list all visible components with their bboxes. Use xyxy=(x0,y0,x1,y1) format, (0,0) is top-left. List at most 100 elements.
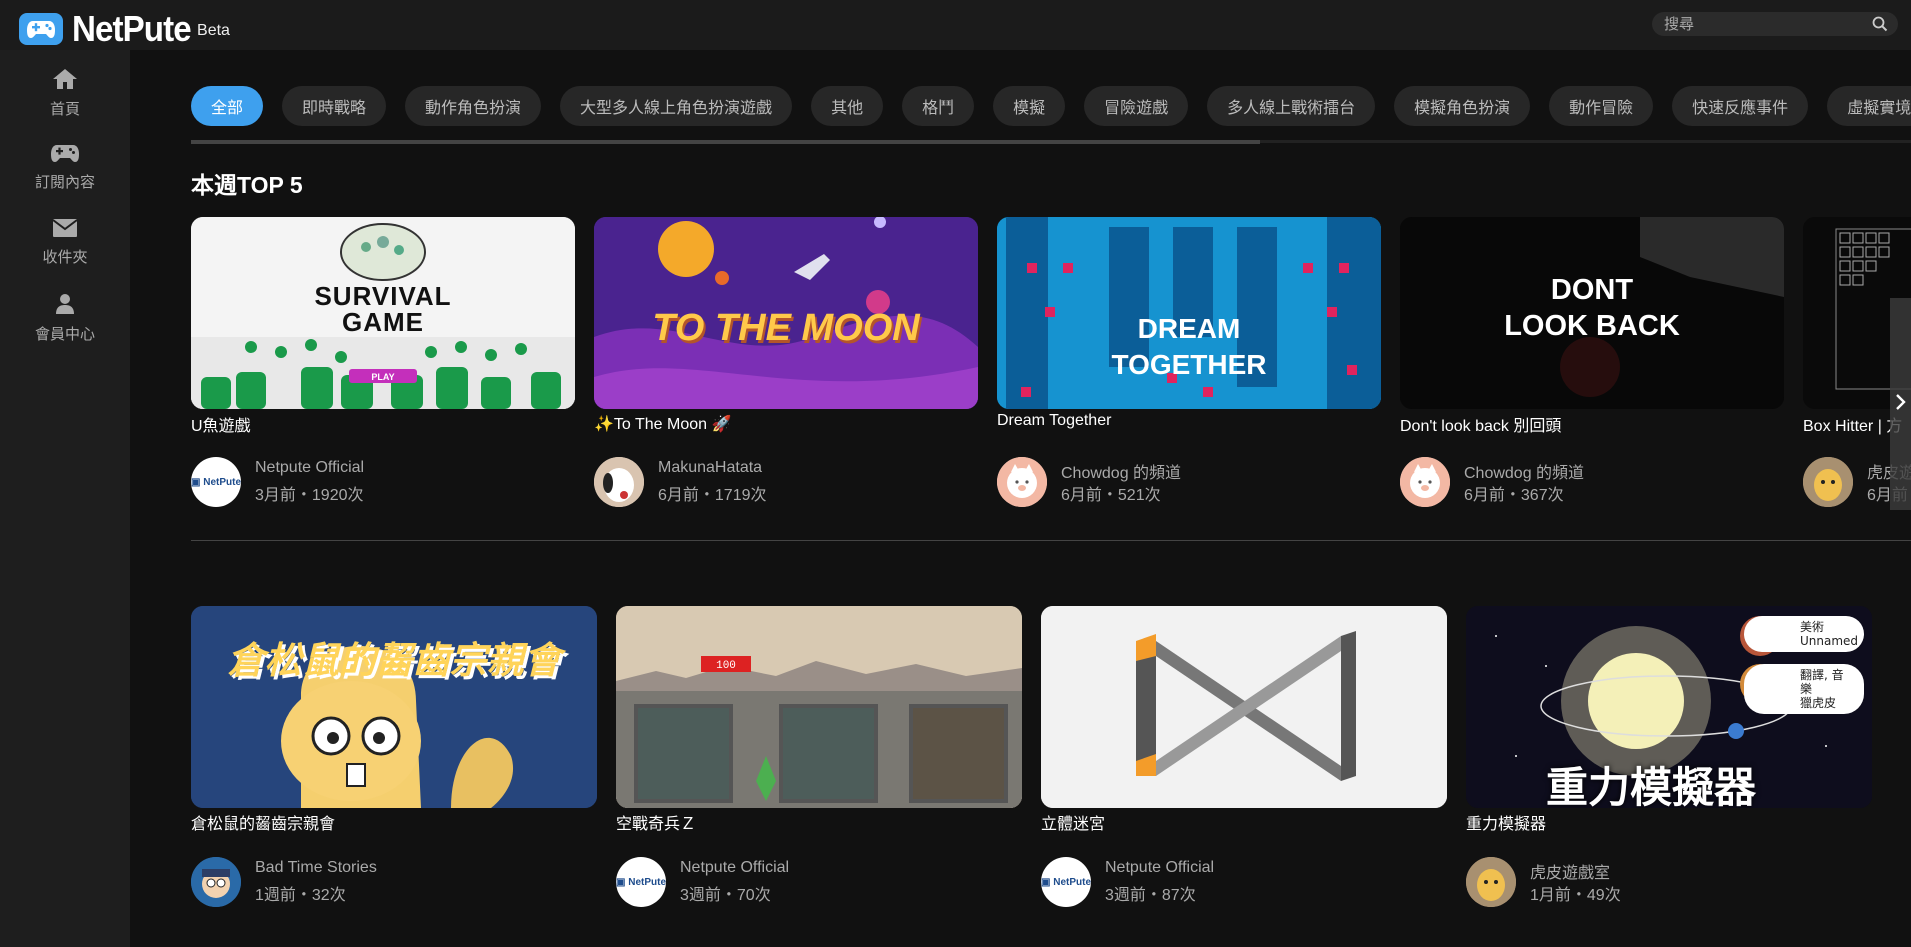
thumbnail-text-line: DREAM xyxy=(1137,313,1241,344)
avatar[interactable] xyxy=(1400,457,1450,507)
game-meta: 6月前・521次 xyxy=(1061,487,1161,504)
game-title[interactable]: 立體迷宮 xyxy=(1041,810,1105,834)
logo[interactable]: NetPute Beta xyxy=(19,8,230,50)
game-card[interactable]: 倉松鼠的齧齒宗親會 倉松鼠的齧齒宗親會 Bad Time Stories 1週前… xyxy=(191,606,597,907)
game-thumbnail[interactable]: 美術 Unnamed 翻譯, 音樂 獵虎皮 重力模擬器 xyxy=(1466,606,1872,808)
game-card[interactable]: TO THE MOON ✨To The Moon 🚀 MakunaHatata … xyxy=(594,217,978,507)
thumbnail-text-line: TOGETHER xyxy=(1111,349,1267,380)
category-chip[interactable]: 動作冒險 xyxy=(1549,86,1654,126)
category-chip[interactable]: 大型多人線上角色扮演遊戲 xyxy=(560,86,793,126)
category-chip[interactable]: 虛擬實境 xyxy=(1827,86,1911,126)
game-thumbnail[interactable]: 100 xyxy=(616,606,1022,808)
netpute-avatar-logo: ▣ NetPute xyxy=(1041,876,1091,888)
game-title[interactable]: 倉松鼠的齧齒宗親會 xyxy=(191,810,335,834)
game-title[interactable]: Box Hitter | 方 xyxy=(1803,412,1902,436)
chevron-right-icon xyxy=(1895,393,1907,415)
channel-name[interactable]: Netpute Official xyxy=(680,859,789,877)
svg-text:100: 100 xyxy=(716,660,736,672)
sidebar-item-label: 訂閱內容 xyxy=(34,173,95,191)
avatar[interactable]: ▣ NetPute xyxy=(616,857,666,907)
sidebar-item-home[interactable]: 首頁 xyxy=(0,68,130,132)
channel-name[interactable]: 虎皮遊戲室 xyxy=(1530,859,1610,883)
game-meta: 1週前・32次 xyxy=(255,887,346,904)
game-thumbnail[interactable]: PLAY SURVIVAL GAME xyxy=(191,217,575,409)
channel-name[interactable]: Netpute Official xyxy=(255,459,364,477)
sidebar-item-label: 首頁 xyxy=(49,100,80,118)
search-box xyxy=(1652,12,1898,36)
sidebar-item-member[interactable]: 會員中心 xyxy=(0,293,130,357)
carousel-next-button[interactable] xyxy=(1890,298,1911,510)
search-input[interactable] xyxy=(1652,15,1862,33)
category-chip[interactable]: 模擬 xyxy=(993,86,1066,126)
game-title[interactable]: U魚遊戲 xyxy=(191,412,251,436)
channel-name[interactable]: MakunaHatata xyxy=(658,459,762,477)
category-chip-all[interactable]: 全部 xyxy=(191,86,264,126)
avatar[interactable]: ▣ NetPute xyxy=(191,457,241,507)
game-thumbnail[interactable]: DONT LOOK BACK xyxy=(1400,217,1784,409)
thumbnail-title: 倉松鼠的齧齒宗親會 xyxy=(227,639,561,682)
avatar[interactable] xyxy=(594,457,644,507)
game-title[interactable]: Dream Together xyxy=(997,412,1111,430)
thumbnail-text-line: DONT xyxy=(1550,274,1634,306)
gamepad-logo-icon xyxy=(19,13,63,45)
user-icon xyxy=(54,293,76,319)
avatar[interactable] xyxy=(997,457,1047,507)
channel-name[interactable]: Netpute Official xyxy=(1105,859,1214,877)
search-icon[interactable] xyxy=(1872,16,1888,36)
game-card[interactable]: 立體迷宮 ▣ NetPute Netpute Official 3週前・87次 xyxy=(1041,606,1447,907)
game-title[interactable]: 重力模擬器 xyxy=(1466,810,1546,834)
category-bar: 全部 即時戰略 動作角色扮演 大型多人線上角色扮演遊戲 其他 格鬥 模擬 冒險遊… xyxy=(191,86,1911,126)
game-card[interactable]: PLAY SURVIVAL GAME U魚遊戲 ▣ NetPute Netput… xyxy=(191,217,575,507)
mail-icon xyxy=(52,218,78,242)
category-chip[interactable]: 模擬角色扮演 xyxy=(1394,86,1531,126)
game-card[interactable]: 美術 Unnamed 翻譯, 音樂 獵虎皮 重力模擬器 重力模擬器 虎皮遊戲室 … xyxy=(1466,606,1872,907)
planet-label-line: 翻譯, 音樂 xyxy=(1800,668,1844,696)
sidebar-item-label: 會員中心 xyxy=(34,325,95,343)
sidebar-item-inbox[interactable]: 收件夾 xyxy=(0,218,130,282)
sidebar-item-subscriptions[interactable]: 訂閱內容 xyxy=(0,143,130,207)
channel-name[interactable]: Chowdog 的頻道 xyxy=(1464,459,1584,483)
category-chip[interactable]: 快速反應事件 xyxy=(1672,86,1809,126)
netpute-avatar-logo: ▣ NetPute xyxy=(191,476,241,488)
sidebar: 首頁 訂閱內容 收件夾 會員中心 xyxy=(0,50,130,947)
netpute-avatar-logo: ▣ NetPute xyxy=(616,876,666,888)
thumbnail-text-line: LOOK BACK xyxy=(1504,310,1680,342)
avatar[interactable]: ▣ NetPute xyxy=(1041,857,1091,907)
avatar[interactable] xyxy=(191,857,241,907)
thumbnail-title: DREAM TOGETHER xyxy=(997,311,1381,383)
game-title[interactable]: 空戰奇兵Ｚ xyxy=(616,810,696,834)
thumbnail-title: SURVIVAL GAME xyxy=(191,283,575,335)
planet-label-line: 獵虎皮 xyxy=(1800,696,1837,710)
game-title[interactable]: Don't look back 別回頭 xyxy=(1400,412,1561,436)
planet-label-line: 美術 xyxy=(1800,620,1825,634)
category-scrollbar-thumb[interactable] xyxy=(191,140,1260,144)
category-chip[interactable]: 動作角色扮演 xyxy=(405,86,542,126)
gamepad-icon xyxy=(51,143,79,167)
game-thumbnail[interactable] xyxy=(1041,606,1447,808)
thumbnail-title: 重力模擬器 xyxy=(1546,763,1757,808)
planet-label: 美術 Unnamed xyxy=(1744,616,1864,652)
game-title[interactable]: ✨To The Moon 🚀 xyxy=(594,414,731,434)
category-chip[interactable]: 其他 xyxy=(811,86,884,126)
category-chip[interactable]: 冒險遊戲 xyxy=(1084,86,1189,126)
category-chip[interactable]: 格鬥 xyxy=(902,86,975,126)
game-card[interactable]: 100 空戰奇兵Ｚ ▣ NetPute Netpute Official 3週前… xyxy=(616,606,1022,907)
channel-name[interactable]: Bad Time Stories xyxy=(255,859,377,877)
thumbnail-title: DONT LOOK BACK xyxy=(1400,272,1784,344)
avatar[interactable] xyxy=(1803,457,1853,507)
game-meta: 1月前・49次 xyxy=(1530,887,1621,904)
category-chip[interactable]: 多人線上戰術擂台 xyxy=(1207,86,1376,126)
brand-name: NetPute xyxy=(72,8,192,49)
game-card[interactable]: DREAM TOGETHER Dream Together Chowdog 的頻… xyxy=(997,217,1381,507)
game-meta: 6月前・1719次 xyxy=(658,487,767,504)
avatar[interactable] xyxy=(1466,857,1516,907)
channel-name[interactable]: Chowdog 的頻道 xyxy=(1061,459,1181,483)
game-thumbnail[interactable]: TO THE MOON xyxy=(594,217,978,409)
game-meta: 3月前・1920次 xyxy=(255,487,364,504)
game-card[interactable]: DONT LOOK BACK Don't look back 別回頭 Chowd… xyxy=(1400,217,1784,507)
thumbnail-text-line: GAME xyxy=(342,307,424,337)
game-meta: 3週前・87次 xyxy=(1105,887,1196,904)
category-chip[interactable]: 即時戰略 xyxy=(282,86,387,126)
game-thumbnail[interactable]: DREAM TOGETHER xyxy=(997,217,1381,409)
game-thumbnail[interactable]: 倉松鼠的齧齒宗親會 xyxy=(191,606,597,808)
